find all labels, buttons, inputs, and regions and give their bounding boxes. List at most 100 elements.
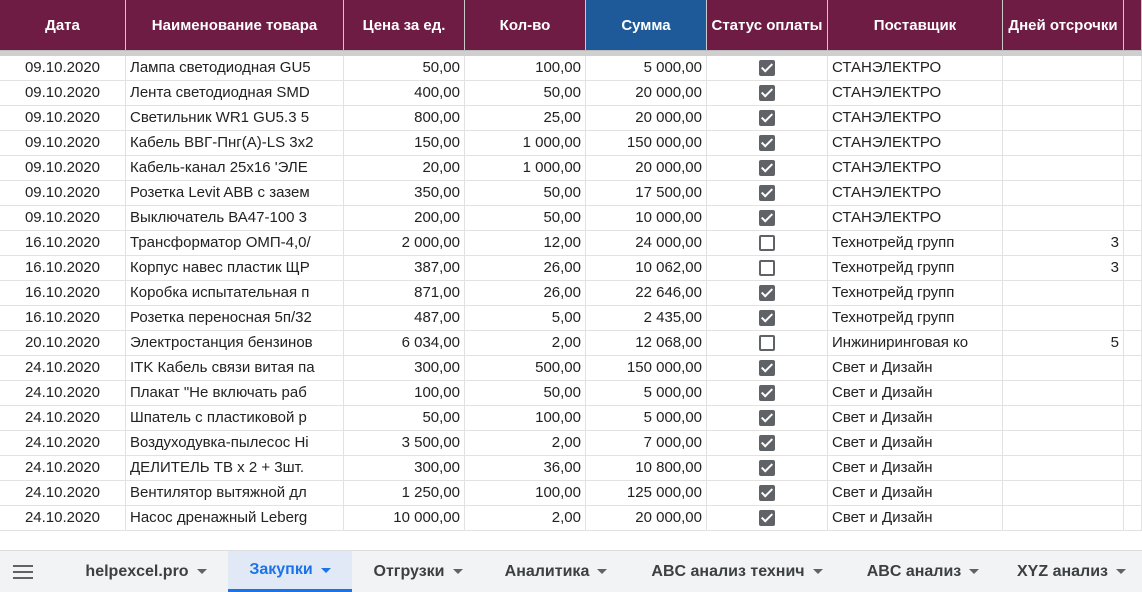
checkbox-checked[interactable] — [759, 410, 775, 426]
cell-date[interactable]: 09.10.2020 — [0, 131, 126, 156]
cell-qty[interactable]: 2,00 — [465, 331, 586, 356]
cell-qty[interactable]: 100,00 — [465, 56, 586, 81]
cell-days[interactable] — [1003, 206, 1124, 231]
cell-extra[interactable] — [1124, 406, 1142, 431]
cell-sum[interactable]: 5 000,00 — [586, 381, 707, 406]
cell-status[interactable] — [707, 231, 828, 256]
cell-name[interactable]: Трансформатор ОМП-4,0/ — [126, 231, 344, 256]
cell-name[interactable]: Кабель ВВГ-Пнг(А)-LS 3х2 — [126, 131, 344, 156]
cell-supplier[interactable]: Свет и Дизайн — [828, 456, 1003, 481]
cell-extra[interactable] — [1124, 81, 1142, 106]
cell-date[interactable]: 09.10.2020 — [0, 181, 126, 206]
checkbox-checked[interactable] — [759, 385, 775, 401]
checkbox-checked[interactable] — [759, 85, 775, 101]
cell-days[interactable] — [1003, 106, 1124, 131]
checkbox-checked[interactable] — [759, 210, 775, 226]
cell-days[interactable]: 3 — [1003, 256, 1124, 281]
cell-days[interactable] — [1003, 56, 1124, 81]
cell-sum[interactable]: 125 000,00 — [586, 481, 707, 506]
cell-status[interactable] — [707, 381, 828, 406]
spreadsheet-grid[interactable]: Дата Наименование товара Цена за ед. Кол… — [0, 0, 1142, 550]
cell-sum[interactable]: 20 000,00 — [586, 81, 707, 106]
cell-supplier[interactable]: СТАНЭЛЕКТРО — [828, 56, 1003, 81]
cell-price[interactable]: 2 000,00 — [344, 231, 465, 256]
cell-extra[interactable] — [1124, 131, 1142, 156]
header-days[interactable]: Дней отсрочки — [1003, 0, 1124, 50]
cell-name[interactable]: Электростанция бензинов — [126, 331, 344, 356]
cell-extra[interactable] — [1124, 156, 1142, 181]
cell-extra[interactable] — [1124, 206, 1142, 231]
cell-qty[interactable]: 1 000,00 — [465, 156, 586, 181]
cell-sum[interactable]: 150 000,00 — [586, 356, 707, 381]
cell-sum[interactable]: 20 000,00 — [586, 156, 707, 181]
cell-qty[interactable]: 2,00 — [465, 506, 586, 531]
cell-price[interactable]: 387,00 — [344, 256, 465, 281]
checkbox-checked[interactable] — [759, 285, 775, 301]
cell-date[interactable]: 16.10.2020 — [0, 256, 126, 281]
cell-qty[interactable]: 50,00 — [465, 81, 586, 106]
header-extra[interactable] — [1124, 0, 1142, 50]
checkbox-checked[interactable] — [759, 310, 775, 326]
cell-price[interactable]: 1 250,00 — [344, 481, 465, 506]
cell-days[interactable] — [1003, 281, 1124, 306]
checkbox-checked[interactable] — [759, 360, 775, 376]
cell-name[interactable]: ITK Кабель связи витая па — [126, 356, 344, 381]
cell-price[interactable]: 350,00 — [344, 181, 465, 206]
header-sum[interactable]: Сумма — [586, 0, 707, 50]
cell-status[interactable] — [707, 206, 828, 231]
cell-sum[interactable]: 10 000,00 — [586, 206, 707, 231]
cell-name[interactable]: Розетка Levit ABB с зазем — [126, 181, 344, 206]
cell-date[interactable]: 24.10.2020 — [0, 406, 126, 431]
cell-days[interactable] — [1003, 481, 1124, 506]
cell-days[interactable]: 3 — [1003, 231, 1124, 256]
cell-name[interactable]: Кабель-канал 25х16 'ЭЛЕ — [126, 156, 344, 181]
cell-qty[interactable]: 25,00 — [465, 106, 586, 131]
cell-name[interactable]: Шпатель с пластиковой р — [126, 406, 344, 431]
checkbox-checked[interactable] — [759, 435, 775, 451]
sheet-tab[interactable]: Закупки — [228, 551, 352, 592]
header-name[interactable]: Наименование товара — [126, 0, 344, 50]
cell-price[interactable]: 100,00 — [344, 381, 465, 406]
cell-status[interactable] — [707, 106, 828, 131]
checkbox-checked[interactable] — [759, 485, 775, 501]
cell-extra[interactable] — [1124, 356, 1142, 381]
cell-days[interactable] — [1003, 356, 1124, 381]
dropdown-arrow-icon[interactable] — [196, 569, 207, 574]
cell-qty[interactable]: 36,00 — [465, 456, 586, 481]
sheet-tab[interactable]: ABC анализ технич — [629, 551, 845, 592]
cell-status[interactable] — [707, 181, 828, 206]
cell-name[interactable]: Выключатель ВА47-100 3 — [126, 206, 344, 231]
dropdown-arrow-icon[interactable] — [969, 569, 980, 574]
cell-sum[interactable]: 2 435,00 — [586, 306, 707, 331]
cell-sum[interactable]: 22 646,00 — [586, 281, 707, 306]
cell-price[interactable]: 20,00 — [344, 156, 465, 181]
checkbox-checked[interactable] — [759, 135, 775, 151]
cell-sum[interactable]: 24 000,00 — [586, 231, 707, 256]
cell-supplier[interactable]: Свет и Дизайн — [828, 406, 1003, 431]
cell-status[interactable] — [707, 81, 828, 106]
header-supplier[interactable]: Поставщик — [828, 0, 1003, 50]
header-price[interactable]: Цена за ед. — [344, 0, 465, 50]
cell-sum[interactable]: 10 062,00 — [586, 256, 707, 281]
cell-price[interactable]: 50,00 — [344, 406, 465, 431]
cell-qty[interactable]: 12,00 — [465, 231, 586, 256]
cell-extra[interactable] — [1124, 506, 1142, 531]
cell-sum[interactable]: 150 000,00 — [586, 131, 707, 156]
cell-date[interactable]: 16.10.2020 — [0, 306, 126, 331]
header-date[interactable]: Дата — [0, 0, 126, 50]
cell-price[interactable]: 400,00 — [344, 81, 465, 106]
cell-price[interactable]: 871,00 — [344, 281, 465, 306]
cell-status[interactable] — [707, 431, 828, 456]
cell-name[interactable]: Воздуходувка-пылесос Hi — [126, 431, 344, 456]
cell-extra[interactable] — [1124, 231, 1142, 256]
cell-price[interactable]: 200,00 — [344, 206, 465, 231]
cell-supplier[interactable]: СТАНЭЛЕКТРО — [828, 106, 1003, 131]
cell-date[interactable]: 09.10.2020 — [0, 81, 126, 106]
cell-days[interactable] — [1003, 156, 1124, 181]
cell-status[interactable] — [707, 131, 828, 156]
checkbox-checked[interactable] — [759, 160, 775, 176]
cell-status[interactable] — [707, 331, 828, 356]
cell-date[interactable]: 24.10.2020 — [0, 431, 126, 456]
cell-status[interactable] — [707, 156, 828, 181]
cell-status[interactable] — [707, 306, 828, 331]
